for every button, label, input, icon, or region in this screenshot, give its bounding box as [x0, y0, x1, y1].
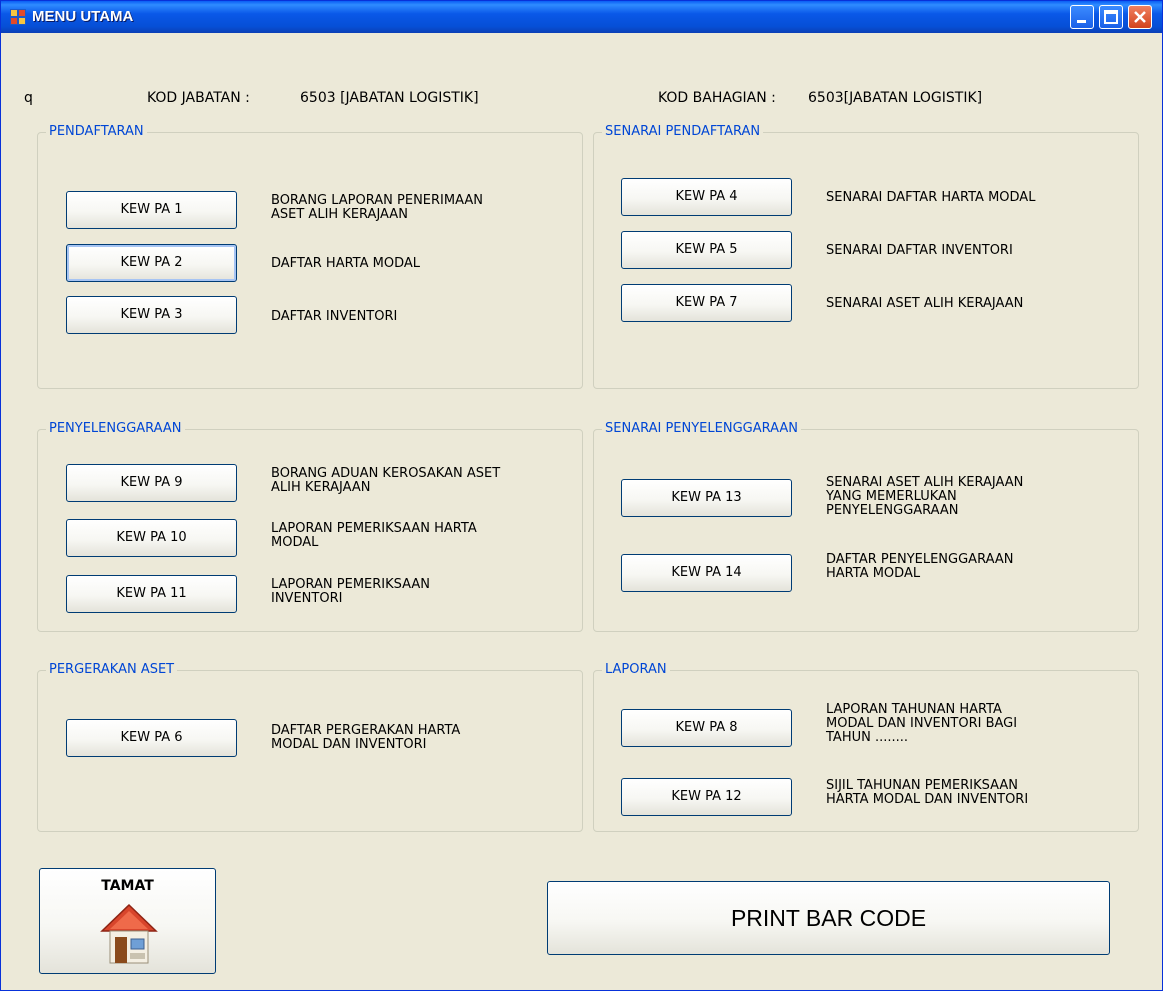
kew-pa-6-desc: DAFTAR PERGERAKAN HARTA MODAL DAN INVENT… [271, 723, 461, 752]
form-app-icon [10, 9, 26, 25]
kew-pa-8-button[interactable]: KEW PA 8 [621, 709, 792, 747]
close-icon [1134, 11, 1146, 23]
kew-pa-7-desc: SENARAI ASET ALIH KERAJAAN [826, 296, 1024, 311]
close-button[interactable] [1128, 5, 1152, 29]
kew-pa-4-button[interactable]: KEW PA 4 [621, 178, 792, 216]
kew-pa-5-button[interactable]: KEW PA 5 [621, 231, 792, 269]
kew-pa-8-desc: LAPORAN TAHUNAN HARTA MODAL DAN INVENTOR… [826, 702, 1018, 745]
group-senarai-penyelenggaraan: SENARAI PENYELENGGARAAN [593, 420, 1139, 632]
kew-pa-1-desc: BORANG LAPORAN PENERIMAAN ASET ALIH KERA… [271, 193, 483, 222]
kew-pa-2-button[interactable]: KEW PA 2 [66, 244, 237, 282]
group-label-penyelenggaraan: PENYELENGGARAAN [46, 420, 185, 438]
group-label-laporan: LAPORAN [602, 661, 670, 679]
kew-pa-3-button[interactable]: KEW PA 3 [66, 296, 237, 334]
kew-pa-9-button[interactable]: KEW PA 9 [66, 464, 237, 502]
maximize-icon [1104, 10, 1118, 24]
kew-pa-7-button[interactable]: KEW PA 7 [621, 284, 792, 322]
kew-pa-13-desc: SENARAI ASET ALIH KERAJAAN YANG MEMERLUK… [826, 475, 1024, 518]
kew-pa-14-desc: DAFTAR PENYELENGGARAAN HARTA MODAL [826, 552, 1014, 581]
title-bar[interactable]: MENU UTAMA [1, 1, 1162, 33]
kew-pa-6-button[interactable]: KEW PA 6 [66, 719, 237, 757]
maximize-button[interactable] [1099, 5, 1123, 29]
kod-bahagian-value: 6503[JABATAN LOGISTIK] [808, 90, 983, 106]
kew-pa-11-desc: LAPORAN PEMERIKSAAN INVENTORI [271, 577, 431, 606]
kew-pa-10-desc: LAPORAN PEMERIKSAAN HARTA MODAL [271, 521, 477, 550]
q-label: q [24, 90, 33, 106]
kew-pa-5-desc: SENARAI DAFTAR INVENTORI [826, 243, 1013, 258]
kew-pa-10-button[interactable]: KEW PA 10 [66, 519, 237, 557]
kod-bahagian-label: KOD BAHAGIAN : [658, 90, 776, 106]
group-label-senarai-penyelenggaraan: SENARAI PENYELENGGARAAN [602, 420, 801, 438]
kew-pa-13-button[interactable]: KEW PA 13 [621, 479, 792, 517]
kew-pa-2-desc: DAFTAR HARTA MODAL [271, 256, 420, 271]
home-icon [100, 903, 158, 964]
print-bar-code-button[interactable]: PRINT BAR CODE [547, 881, 1110, 955]
kew-pa-12-button[interactable]: KEW PA 12 [621, 778, 792, 816]
kew-pa-1-button[interactable]: KEW PA 1 [66, 191, 237, 229]
window-title: MENU UTAMA [32, 8, 134, 25]
kew-pa-9-desc: BORANG ADUAN KEROSAKAN ASET ALIH KERAJAA… [271, 466, 501, 495]
kod-jabatan-label: KOD JABATAN : [147, 90, 250, 106]
minimize-button[interactable] [1070, 5, 1094, 29]
main-window: MENU UTAMA q KOD JABATAN : 6503 [JABATAN… [0, 0, 1163, 991]
kew-pa-14-button[interactable]: KEW PA 14 [621, 554, 792, 592]
group-label-pergerakan-aset: PERGERAKAN ASET [46, 661, 178, 679]
kew-pa-11-button[interactable]: KEW PA 11 [66, 575, 237, 613]
group-label-senarai-pendaftaran: SENARAI PENDAFTARAN [602, 123, 764, 141]
tamat-label: TAMAT [101, 878, 154, 894]
group-label-pendaftaran: PENDAFTARAN [46, 123, 147, 141]
kew-pa-4-desc: SENARAI DAFTAR HARTA MODAL [826, 190, 1036, 205]
kew-pa-3-desc: DAFTAR INVENTORI [271, 309, 398, 324]
minimize-icon [1077, 20, 1086, 23]
kod-jabatan-value: 6503 [JABATAN LOGISTIK] [300, 90, 479, 106]
kew-pa-12-desc: SIJIL TAHUNAN PEMERIKSAAN HARTA MODAL DA… [826, 778, 1029, 807]
tamat-button[interactable]: TAMAT [39, 868, 216, 974]
